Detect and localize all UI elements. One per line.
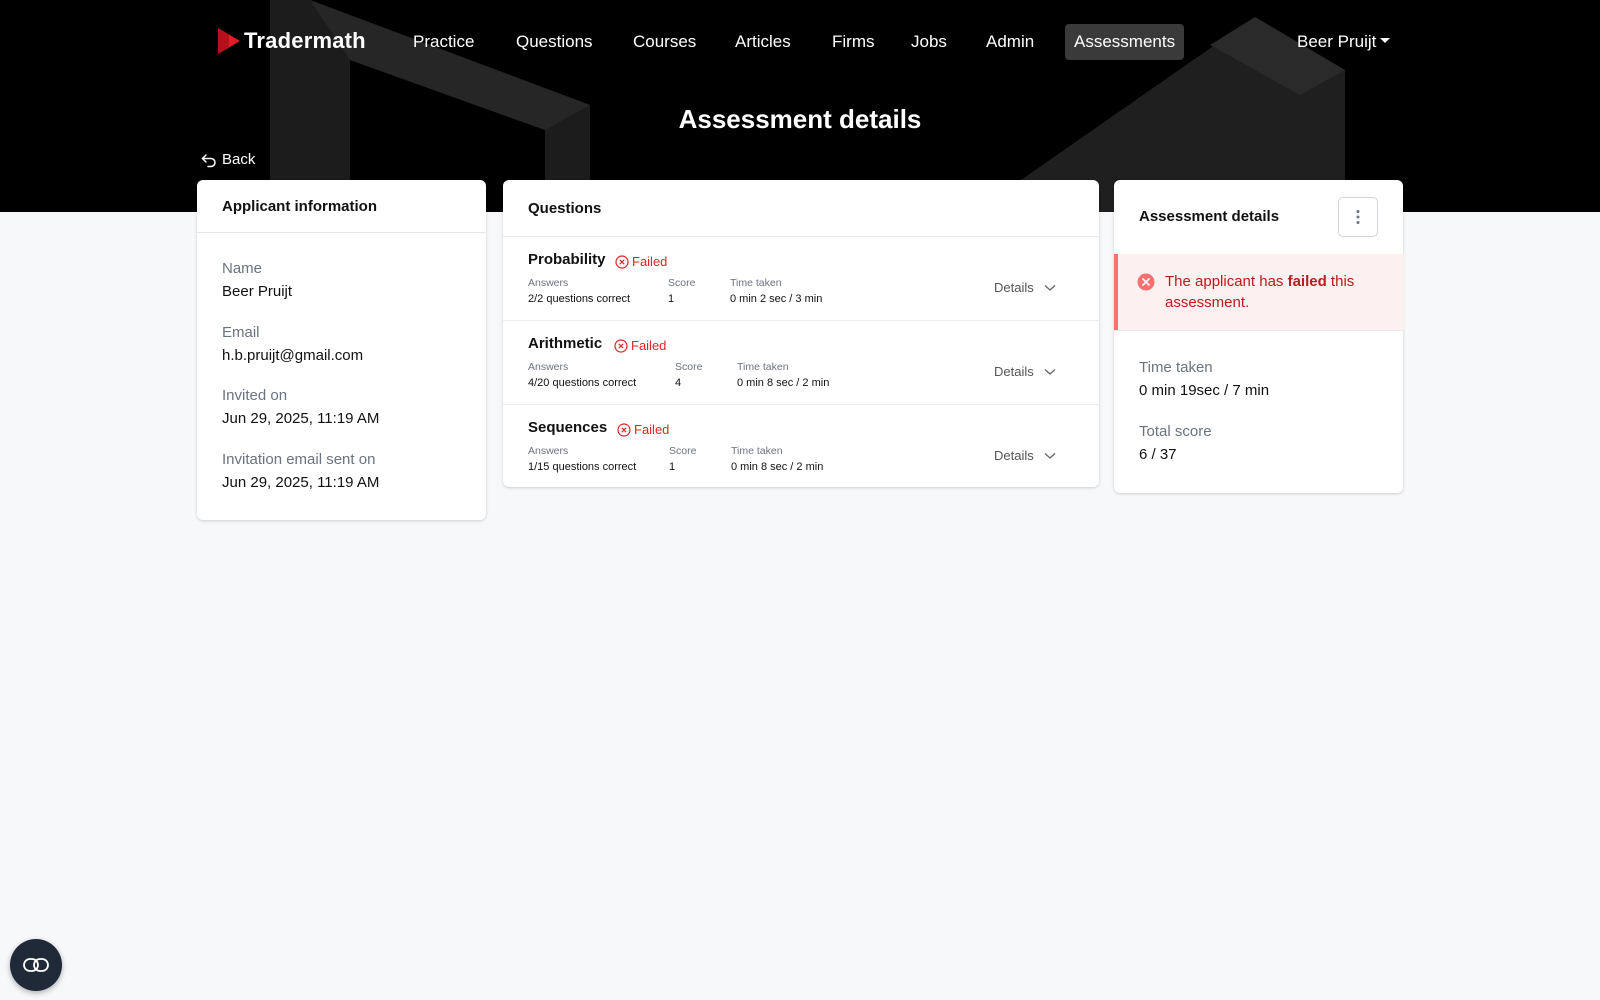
details-label: Details [994, 448, 1034, 463]
applicant-invited-field: Invited on Jun 29, 2025, 11:19 AM [222, 387, 379, 427]
score-value: 1 [669, 461, 676, 473]
questions-card: Questions Probability Failed Answers 2/2… [503, 180, 1099, 487]
details-label: Details [994, 364, 1034, 379]
nav-firms[interactable]: Firms [823, 24, 883, 60]
chevron-down-icon [1044, 452, 1056, 459]
time-value: 0 min 2 sec / 3 min [730, 293, 823, 305]
field-label: Time taken [1139, 359, 1213, 376]
applicant-email-field: Email h.b.pruijt@gmail.com [222, 324, 363, 364]
top-navigation: Tradermath Practice Questions Courses Ar… [0, 0, 1600, 84]
applicant-email-sent-field: Invitation email sent on Jun 29, 2025, 1… [222, 451, 379, 491]
total-score-field: Total score 6 / 37 [1139, 423, 1212, 463]
chevron-down-icon [1044, 368, 1056, 375]
chat-widget-button[interactable] [10, 939, 62, 991]
nav-assessments[interactable]: Assessments [1065, 24, 1185, 60]
field-label: Invitation email sent on [222, 451, 376, 468]
answers-value: 1/15 questions correct [528, 461, 637, 473]
alert-prefix: The applicant has [1165, 273, 1288, 290]
answers-value: 2/2 questions correct [528, 293, 631, 305]
field-value: Beer Pruijt [222, 283, 293, 300]
nav-questions[interactable]: Questions [507, 24, 602, 60]
field-value: 6 / 37 [1139, 446, 1177, 463]
questions-card-header: Questions [503, 180, 1099, 237]
time-taken-field: Time taken 0 min 19sec / 7 min [1139, 359, 1269, 399]
nav-courses[interactable]: Courses [624, 24, 705, 60]
status-badge: Failed [615, 254, 667, 269]
applicant-card: Applicant information Name Beer Pruijt E… [197, 180, 486, 520]
field-label: Invited on [222, 387, 288, 404]
alert-bold: failed [1287, 273, 1327, 290]
applicant-name-field: Name Beer Pruijt [222, 260, 292, 300]
question-title: Sequences [528, 419, 608, 436]
answers-label: Answers [528, 361, 569, 373]
status-badge: Failed [617, 422, 669, 437]
back-arrow-icon [201, 153, 216, 167]
field-label: Email [222, 324, 260, 341]
user-name: Beer Pruijt [1297, 32, 1377, 51]
score-label: Score [668, 277, 696, 289]
time-value: 0 min 8 sec / 2 min [737, 377, 830, 389]
question-row-sequences: Sequences Failed Answers 1/15 questions … [503, 405, 1099, 489]
score-value: 4 [675, 377, 682, 389]
kebab-menu-icon [1356, 210, 1360, 224]
back-label: Back [222, 151, 256, 168]
question-title: Probability [528, 251, 606, 268]
score-value: 1 [668, 293, 675, 305]
applicant-card-header: Applicant information [197, 180, 486, 233]
divider [1114, 330, 1403, 331]
field-label: Total score [1139, 423, 1212, 440]
time-value: 0 min 8 sec / 2 min [731, 461, 824, 473]
field-value: Jun 29, 2025, 11:19 AM [222, 474, 380, 491]
brand-logo[interactable]: Tradermath [216, 26, 366, 56]
details-toggle[interactable]: Details [994, 280, 1056, 295]
nav-practice[interactable]: Practice [404, 24, 483, 60]
nav-articles[interactable]: Articles [726, 24, 800, 60]
status-label: Failed [634, 422, 670, 437]
field-value: h.b.pruijt@gmail.com [222, 347, 364, 364]
status-badge: Failed [614, 338, 666, 353]
user-menu[interactable]: Beer Pruijt [1297, 24, 1391, 60]
failed-alert: The applicant has failed this assessment… [1114, 254, 1404, 330]
assessment-summary-card: Assessment details The applicant has fai… [1114, 180, 1404, 493]
x-circle-filled-icon [1137, 273, 1155, 291]
field-label: Name [222, 260, 263, 277]
field-value: Jun 29, 2025, 11:19 AM [222, 410, 380, 427]
summary-card-header: Assessment details [1139, 208, 1280, 225]
chevron-down-icon [1044, 284, 1056, 291]
time-label: Time taken [730, 277, 782, 289]
time-label: Time taken [731, 445, 783, 457]
time-label: Time taken [737, 361, 789, 373]
page-title: Assessment details [678, 104, 922, 134]
x-circle-icon [615, 254, 629, 269]
caret-down-icon [1380, 38, 1391, 43]
back-link[interactable]: Back [201, 151, 255, 168]
nav-jobs[interactable]: Jobs [902, 24, 956, 60]
details-label: Details [994, 280, 1034, 295]
x-circle-icon [617, 422, 631, 437]
status-label: Failed [631, 338, 667, 353]
question-title: Arithmetic [528, 335, 603, 352]
answers-value: 4/20 questions correct [528, 377, 637, 389]
alert-message: The applicant has failed this assessment… [1165, 271, 1391, 313]
answers-label: Answers [528, 277, 569, 289]
details-toggle[interactable]: Details [994, 448, 1056, 463]
details-toggle[interactable]: Details [994, 364, 1056, 379]
brand-name: Tradermath [244, 28, 366, 53]
chat-widget-icon [23, 958, 49, 972]
answers-label: Answers [528, 445, 569, 457]
x-circle-icon [614, 338, 628, 353]
play-logo-icon [218, 28, 240, 54]
more-options-button[interactable] [1338, 197, 1378, 237]
question-row-arithmetic: Arithmetic Failed Answers 4/20 questions… [503, 321, 1099, 405]
nav-admin[interactable]: Admin [977, 24, 1043, 60]
question-row-probability: Probability Failed Answers 2/2 questions… [503, 237, 1099, 321]
field-value: 0 min 19sec / 7 min [1139, 382, 1270, 399]
status-label: Failed [632, 254, 668, 269]
score-label: Score [675, 361, 703, 373]
score-label: Score [669, 445, 697, 457]
